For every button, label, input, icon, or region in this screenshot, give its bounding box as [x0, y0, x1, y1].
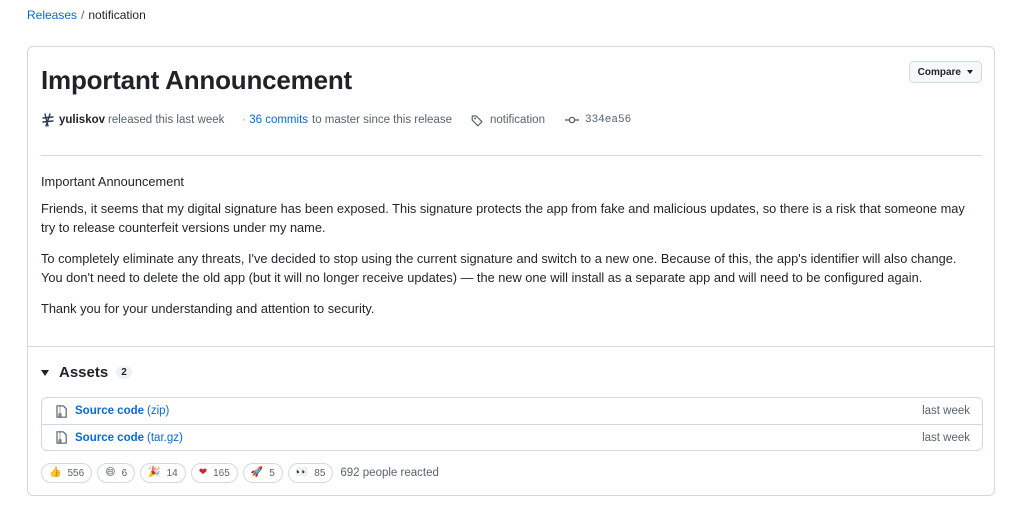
reactions-summary: 692 people reacted — [340, 467, 439, 479]
asset-row: Source code (zip) last week — [42, 398, 982, 424]
reaction-count: 556 — [67, 467, 85, 479]
commit-sha-link[interactable]: 334ea56 — [585, 114, 631, 126]
compare-label: Compare — [917, 66, 961, 78]
reaction-count: 85 — [314, 467, 326, 479]
reaction-count: 165 — [213, 467, 230, 479]
reaction-count: 5 — [269, 467, 275, 479]
release-meta: yuliskov released this last week · 36 co… — [42, 113, 631, 127]
bullet: · — [242, 114, 247, 126]
asset-ext: (tar.gz) — [147, 431, 183, 444]
reaction-heart[interactable]: ❤ 165 — [190, 463, 238, 483]
reaction-thumbs-up[interactable]: 👍 556 — [41, 463, 93, 483]
assets-count-badge: 2 — [116, 366, 132, 379]
commits-text: to master since this release — [312, 114, 452, 126]
laugh-icon: 😄 — [105, 467, 116, 478]
asset-ext: (zip) — [147, 405, 170, 417]
reaction-count: 14 — [166, 467, 178, 479]
release-notes: Important Announcement Friends, it seems… — [41, 172, 981, 330]
assets-list: Source code (zip) last week Source code … — [41, 397, 983, 451]
asset-row: Source code (tar.gz) last week — [42, 424, 982, 450]
eyes-icon: 👀 — [295, 467, 309, 478]
breadcrumb-releases-link[interactable]: Releases — [27, 8, 77, 22]
asset-link-zip[interactable]: Source code — [75, 405, 144, 417]
breadcrumb-current: notification — [88, 8, 146, 22]
commits-link[interactable]: 36 commits — [249, 114, 308, 126]
divider — [28, 346, 994, 347]
file-zip-icon — [56, 404, 67, 418]
rocket-icon: 🚀 — [250, 467, 264, 478]
notes-paragraph: To completely eliminate any threats, I'v… — [41, 251, 957, 285]
reaction-eyes[interactable]: 👀 85 — [287, 463, 334, 483]
notes-heading: Important Announcement — [41, 174, 184, 189]
heart-icon: ❤ — [198, 467, 208, 478]
thumbs-up-icon: 👍 — [49, 467, 62, 478]
tag-link[interactable]: notification — [490, 114, 545, 126]
commit-icon — [564, 116, 579, 124]
breadcrumb: Releases / notification — [27, 8, 146, 22]
caret-down-icon — [967, 70, 973, 74]
assets-title: Assets — [59, 364, 109, 381]
asset-link-tar-gz[interactable]: Source code — [75, 432, 144, 444]
asset-time: last week — [922, 405, 970, 417]
assets-toggle[interactable]: Assets 2 — [41, 364, 132, 381]
reactions-bar: 👍 556 😄 6 🎉 14 ❤ 165 🚀 5 👀 85 692 people… — [41, 463, 439, 483]
tag-icon — [471, 114, 483, 126]
asset-time: last week — [922, 431, 970, 444]
notes-paragraph: Friends, it seems that my digital signat… — [41, 201, 965, 235]
compare-button[interactable]: Compare — [908, 61, 982, 83]
reaction-laugh[interactable]: 😄 6 — [97, 463, 136, 483]
file-zip-icon — [56, 431, 67, 444]
hooray-icon: 🎉 — [148, 467, 161, 478]
author-link[interactable]: yuliskov — [59, 114, 105, 126]
author-avatar-icon[interactable] — [42, 113, 54, 127]
reaction-count: 6 — [121, 467, 128, 479]
reaction-rocket[interactable]: 🚀 5 — [242, 463, 283, 483]
breadcrumb-separator: / — [81, 8, 85, 22]
release-title: Important Announcement — [41, 65, 352, 95]
release-card: Important Announcement Compare yuliskov … — [27, 46, 995, 496]
notes-paragraph: Thank you for your understanding and att… — [41, 301, 375, 316]
divider — [41, 155, 982, 156]
triangle-down-icon — [41, 369, 49, 376]
released-text: released this last week — [108, 114, 225, 126]
reaction-hooray[interactable]: 🎉 14 — [140, 463, 186, 483]
